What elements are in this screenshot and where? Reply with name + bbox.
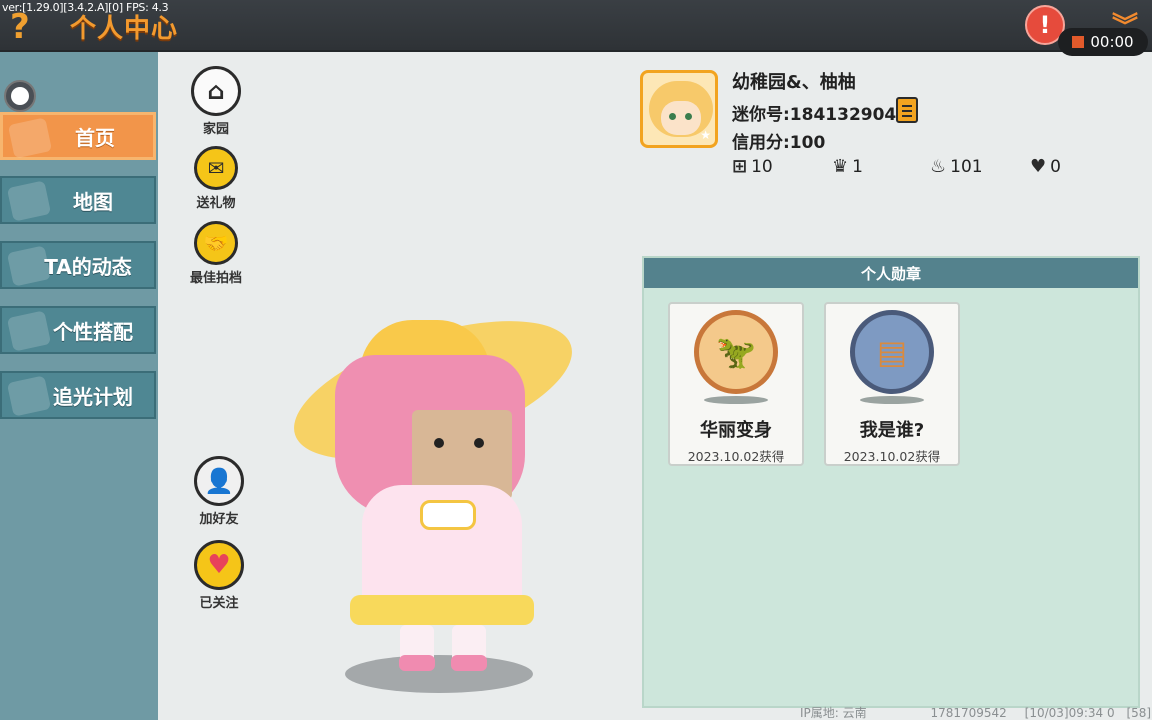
- record-stop-icon: [1072, 36, 1085, 48]
- medal-panel: 个人勋章 🦖 华丽变身 2023.10.02获得 ▤ 我是谁? 2023.10.…: [642, 256, 1140, 708]
- avatar-dress-hem: [350, 595, 534, 625]
- sidebar-item-activity[interactable]: TA的动态: [0, 241, 156, 289]
- mini-id: 迷你号:1841329044: [732, 105, 909, 125]
- avatar-bow: [420, 500, 476, 530]
- ip-location: IP属地: 云南: [800, 706, 867, 720]
- send-gift-button[interactable]: ✉ 送礼物: [176, 146, 256, 211]
- flame-icon: ♨: [930, 156, 947, 177]
- medal-date: 2023.10.02获得: [843, 449, 941, 464]
- stat-trophies: ♛ 1: [832, 156, 863, 177]
- recording-time: 00:00: [1090, 33, 1134, 51]
- sidebar-item-outfit[interactable]: 个性搭配: [0, 306, 156, 354]
- question-mark-icon[interactable]: ?: [10, 10, 36, 44]
- dinosaur-medal-icon: 🦖: [694, 310, 778, 394]
- recording-timer[interactable]: 00:00: [1058, 28, 1148, 56]
- footer-uid: 1781709542: [930, 706, 1007, 720]
- avatar-shoe: [399, 655, 435, 671]
- home-button[interactable]: ⌂ 家园: [176, 66, 256, 137]
- credit-score: 信用分:100: [732, 133, 826, 153]
- stat-likes: ⊞ 10: [732, 156, 773, 177]
- plus-square-icon: ⊞: [732, 156, 748, 177]
- sidebar-item-home[interactable]: 首页: [0, 112, 156, 160]
- medal-card[interactable]: ▤ 我是谁? 2023.10.02获得: [824, 302, 960, 466]
- avatar-shadow: [345, 655, 533, 693]
- medal-date: 2023.10.02获得: [687, 449, 785, 464]
- heart-icon: ♥: [1030, 156, 1047, 177]
- medal-card[interactable]: 🦖 华丽变身 2023.10.02获得: [668, 302, 804, 466]
- avatar-portrait-eye: [685, 113, 692, 120]
- sidebar-item-chase-light[interactable]: 追光计划: [0, 371, 156, 419]
- medal-title: 我是谁?: [859, 420, 925, 441]
- handshake-icon: 🤝: [194, 221, 238, 265]
- medal-stand: [860, 396, 924, 404]
- trophy-icon: ♛: [832, 156, 849, 177]
- star-icon: ★: [700, 128, 711, 142]
- profile-avatar[interactable]: ★: [640, 70, 718, 148]
- house-icon: ⌂: [191, 66, 241, 116]
- map-nav-icon: [6, 180, 52, 222]
- add-friend-button[interactable]: 👤 加好友: [179, 456, 259, 527]
- avatar-portrait-face: [661, 101, 701, 135]
- home-nav-icon: [7, 117, 53, 159]
- player-name: 幼稚园&、柚柚: [732, 72, 856, 93]
- player-avatar-figure[interactable]: [278, 292, 588, 695]
- floating-assist-button[interactable]: [4, 80, 36, 112]
- add-person-icon: 👤: [194, 456, 244, 506]
- medal-title: 华丽变身: [700, 420, 772, 441]
- page-title: 个人中心: [70, 14, 179, 44]
- stat-hearts: ♥ 0: [1030, 156, 1061, 177]
- footer-version: [58]1.29.0: [1126, 706, 1152, 720]
- sidebar-item-map[interactable]: 地图: [0, 176, 156, 224]
- id-card-medal-icon: ▤: [850, 310, 934, 394]
- footer-info: IP属地: 云南 1781709542 [10/03]09:34 0 [58]1…: [800, 704, 1152, 720]
- avatar-portrait-eye: [669, 113, 676, 120]
- medal-stand: [704, 396, 768, 404]
- chase-light-nav-icon: [6, 375, 52, 417]
- heart-icon: ♥: [194, 540, 244, 590]
- medal-panel-header: 个人勋章: [644, 258, 1138, 288]
- copy-icon[interactable]: [896, 97, 918, 123]
- outfit-nav-icon: [6, 310, 52, 352]
- followed-button[interactable]: ♥ 已关注: [179, 540, 259, 611]
- avatar-eye: [434, 438, 444, 448]
- stat-popularity: ♨ 101: [930, 156, 983, 177]
- sidebar: 首页 地图 TA的动态 个性搭配 追光计划: [0, 52, 158, 720]
- best-partner-button[interactable]: 🤝 最佳拍档: [176, 221, 256, 286]
- avatar-eye: [474, 438, 484, 448]
- top-bar: ver:[1.29.0][3.4.2.A][0] FPS: 4.3 ? 个人中心…: [0, 0, 1152, 56]
- gift-icon: ✉: [194, 146, 238, 190]
- avatar-shoe: [451, 655, 487, 671]
- footer-time: [10/03]09:34 0: [1024, 706, 1115, 720]
